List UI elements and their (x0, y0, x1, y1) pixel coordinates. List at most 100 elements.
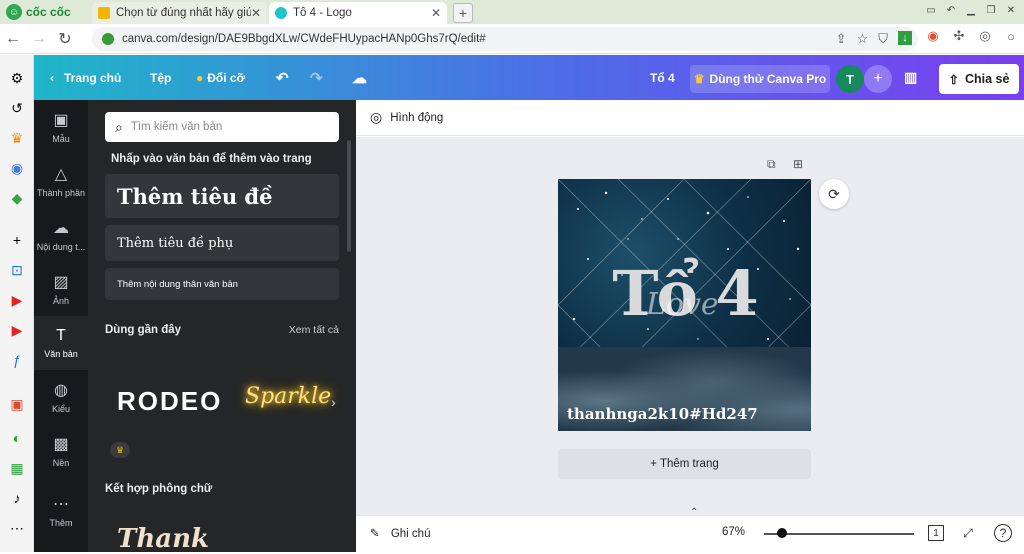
design-script-text[interactable]: Love (646, 287, 719, 322)
shop-icon[interactable]: ▣ (8, 395, 26, 413)
crown-badge-icon: ● (196, 70, 204, 85)
text-panel: ⌕ Tìm kiếm văn bản Nhấp vào văn bản để t… (88, 100, 356, 554)
zoom-slider-knob[interactable] (777, 528, 787, 538)
animate-icon[interactable]: ◎ (370, 109, 382, 126)
design-credit-text[interactable]: thanhnga2k10#Hd247 (567, 405, 758, 423)
document-title[interactable]: Tổ 4 (650, 55, 675, 100)
canvas-area: ⧉ ⊞ Tổ 4 Love thanhnga2k10#Hd247 ⟳ + Thê… (356, 137, 1024, 518)
canva-topbar: ‹ Trang chủ Tệp ● Đổi cỡ ↶ ↷ ☁ Tổ 4 ♛ Dù… (34, 55, 1024, 100)
circle-menu-icon[interactable]: ○ (1002, 27, 1020, 45)
rail-item-uploads[interactable]: ☁ Nội dung t... (34, 208, 88, 262)
font-preset-rodeo[interactable]: RODEO (117, 386, 222, 417)
forward-arrow-icon[interactable]: → (26, 30, 52, 48)
share-button[interactable]: ⇧ Chia sẻ (939, 64, 1019, 94)
youtube-icon[interactable]: ▶ (8, 321, 26, 339)
rail-item-label: Thành phần (36, 188, 86, 198)
home-label: Trang chủ (64, 70, 122, 85)
text-search-input[interactable]: ⌕ Tìm kiếm văn bản (105, 112, 339, 142)
puzzle-extension-icon[interactable]: ✣ (950, 27, 968, 45)
design-page[interactable]: Tổ 4 Love thanhnga2k10#Hd247 (558, 179, 811, 431)
redo-icon[interactable]: ↷ (310, 55, 323, 100)
avatar[interactable]: T (836, 65, 864, 93)
history-icon[interactable]: ↺ (8, 99, 26, 117)
rail-item-background[interactable]: ▩ Nền (34, 424, 88, 478)
rail-item-templates[interactable]: ▣ Mẫu (34, 100, 88, 154)
upload-icon: ⇧ (948, 72, 959, 87)
layout-icon: ▣ (53, 112, 69, 129)
add-member-button[interactable]: + (864, 65, 892, 93)
rail-item-styles[interactable]: ◍ Kiểu (34, 370, 88, 424)
resize-button[interactable]: ● Đổi cỡ (196, 55, 245, 100)
new-tab-button[interactable]: + (453, 3, 473, 23)
translate-icon[interactable]: ⊡ (8, 261, 26, 279)
font-combo-preview[interactable]: Thank (117, 524, 209, 554)
see-all-link[interactable]: Xem tất cả (289, 324, 339, 336)
reader-icon[interactable]: ▭ (922, 2, 940, 18)
close-tab-icon[interactable]: ✕ (251, 6, 261, 20)
map-icon[interactable]: ◐ (8, 429, 26, 447)
zoom-readout: 67% (722, 526, 746, 538)
animate-button[interactable]: Hình động (390, 112, 443, 124)
restore-button[interactable]: ❐ (982, 2, 1000, 18)
browser-tab-active[interactable]: Tổ 4 - Logo ✕ (269, 2, 447, 24)
profile-icon[interactable]: ◎ (976, 27, 994, 45)
youtube-icon[interactable]: ▶ (8, 291, 26, 309)
refresh-comment-icon[interactable]: ⟳ (819, 179, 849, 209)
panel-scrollbar[interactable] (347, 140, 351, 252)
page-count-button[interactable]: 1 (928, 525, 944, 541)
facebook-icon[interactable]: ƒ (8, 351, 26, 369)
download-icon[interactable]: ↓ (898, 31, 912, 45)
add-page-icon[interactable]: ⊞ (793, 157, 803, 171)
settings-icon[interactable]: ⚙ (8, 69, 26, 87)
add-heading-button[interactable]: Thêm tiêu đề (105, 174, 339, 218)
home-button[interactable]: ‹ Trang chủ (50, 55, 121, 100)
bookmark-star-icon[interactable]: ☆ (857, 31, 869, 47)
reload-icon[interactable]: ↻ (52, 29, 78, 49)
back-arrow-icon[interactable]: ← (0, 30, 26, 48)
share-page-icon[interactable]: ⇪ (836, 31, 847, 47)
close-window-button[interactable]: ✕ (1002, 2, 1020, 18)
browser-brand[interactable]: ☺ cốc cốc (0, 0, 92, 24)
sheets-icon[interactable]: ▦ (8, 459, 26, 477)
pattern-icon: ▩ (53, 436, 69, 453)
rail-item-label: Văn bản (44, 349, 78, 359)
url-field[interactable]: canva.com/design/DAE9BbgdXLw/CWdeFHUypac… (92, 27, 918, 51)
shield-icon[interactable]: ⛉ (878, 31, 888, 47)
try-pro-button[interactable]: ♛ Dùng thử Canva Pro (690, 65, 830, 93)
add-body-text-button[interactable]: Thêm nội dung thân văn bản (105, 268, 339, 300)
notes-button[interactable]: ✎ Ghi chú (370, 526, 430, 540)
address-toolbar: ← → ↻ canva.com/design/DAE9BbgdXLw/CWdeF… (0, 24, 1024, 54)
duplicate-page-icon[interactable]: ⧉ (767, 157, 776, 172)
game-icon[interactable]: ◆ (8, 189, 26, 207)
notification-bell-icon[interactable]: ♪ (8, 489, 26, 507)
insights-chart-icon[interactable]: ▥ (904, 55, 917, 100)
more-icon[interactable]: ⋯ (8, 519, 26, 537)
undo-icon[interactable]: ↶ (276, 55, 289, 100)
rail-item-more[interactable]: ⋯ Thêm (34, 484, 88, 538)
add-subheading-button[interactable]: Thêm tiêu đề phụ (105, 225, 339, 261)
chevron-left-icon: ‹ (50, 70, 54, 85)
file-menu[interactable]: Tệp (150, 55, 171, 100)
chevron-right-icon[interactable]: › (331, 394, 336, 410)
minimize-button[interactable]: ▁ (962, 2, 980, 18)
add-page-button[interactable]: + Thêm trang (558, 449, 811, 479)
help-icon[interactable]: ? (994, 524, 1012, 542)
cloud-save-icon[interactable]: ☁ (352, 55, 367, 100)
rail-item-photos[interactable]: ▨ Ảnh (34, 262, 88, 316)
zoom-slider[interactable] (764, 528, 914, 538)
close-tab-icon[interactable]: ✕ (431, 6, 441, 20)
rail-item-text[interactable]: T Văn bản (34, 316, 88, 370)
messenger-icon[interactable]: ◉ (8, 159, 26, 177)
colorful-extension-icon[interactable]: ◉ (924, 27, 942, 45)
crown-icon[interactable]: ♛ (8, 129, 26, 147)
font-preset-sparkle[interactable]: Sparkle (245, 384, 331, 409)
browser-tab-title: Tổ 4 - Logo (293, 7, 352, 19)
add-sidebar-icon[interactable]: + (8, 231, 26, 249)
file-label: Tệp (150, 70, 172, 85)
hoidap-favicon-icon (98, 7, 110, 19)
browser-tab[interactable]: Chọn từ đúng nhất hãy giúp ✕ (92, 2, 267, 24)
fullscreen-icon[interactable]: ⤢ (958, 523, 978, 543)
editor-toolbar: ◎ Hình động (356, 100, 1024, 136)
rail-item-elements[interactable]: △ Thành phần (34, 154, 88, 208)
back-history-icon[interactable]: ↶ (942, 2, 960, 18)
